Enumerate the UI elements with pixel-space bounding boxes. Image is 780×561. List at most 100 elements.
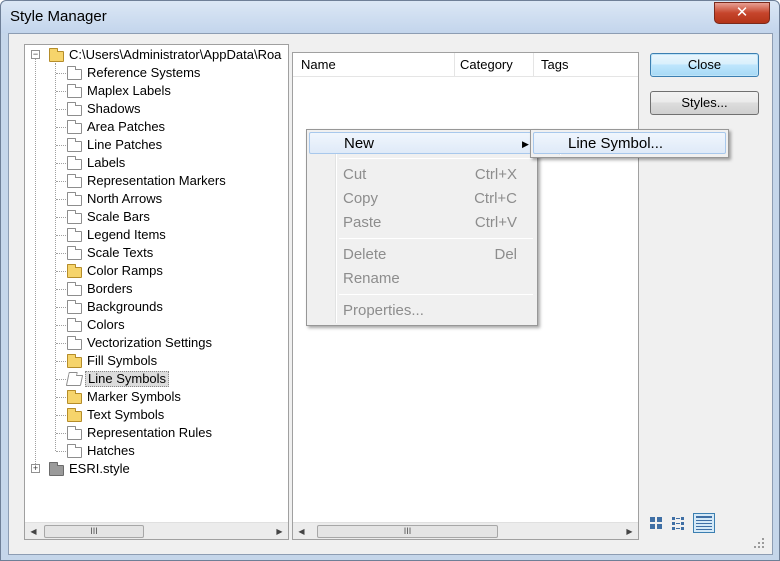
list-horizontal-scrollbar[interactable]: ◀ III ▶ xyxy=(293,522,638,539)
menu-separator xyxy=(339,294,533,295)
tree-item[interactable]: Hatches xyxy=(25,442,288,460)
context-menu: New ▶ Cut Ctrl+X Copy Ctrl+C Paste Ctrl+V Dele… xyxy=(306,129,538,326)
collapse-icon[interactable]: − xyxy=(31,50,40,59)
tree-item[interactable]: Color Ramps xyxy=(25,262,288,280)
empty-folder-icon xyxy=(67,318,82,332)
details-view-icon[interactable] xyxy=(693,513,715,533)
tree-item-label: Colors xyxy=(87,317,125,332)
style-tree[interactable]: − C:\Users\Administrator\AppData\Roa Ref… xyxy=(24,44,289,540)
tree-item[interactable]: Labels xyxy=(25,154,288,172)
tree-item-label: Reference Systems xyxy=(87,65,201,80)
tree-item[interactable]: Line Symbols xyxy=(25,370,288,388)
menu-item-label: New xyxy=(344,135,375,152)
tree-line xyxy=(56,343,66,344)
scroll-right-icon[interactable]: ▶ xyxy=(271,523,288,539)
tree-line xyxy=(56,181,66,182)
window-title: Style Manager xyxy=(10,8,107,25)
menu-item-shortcut: Del xyxy=(494,246,517,263)
scroll-right-icon[interactable]: ▶ xyxy=(621,523,638,539)
tree-item[interactable]: Marker Symbols xyxy=(25,388,288,406)
tree-line xyxy=(56,325,66,326)
tree-item[interactable]: Area Patches xyxy=(25,118,288,136)
menu-item-properties[interactable]: Properties... xyxy=(309,300,535,322)
open-folder-icon xyxy=(65,375,84,386)
title-bar[interactable]: Style Manager ✕ xyxy=(1,1,779,33)
empty-folder-icon xyxy=(67,228,82,242)
tree-item[interactable]: Representation Rules xyxy=(25,424,288,442)
menu-item-cut[interactable]: Cut Ctrl+X xyxy=(309,164,535,186)
resize-grip-icon[interactable] xyxy=(753,537,767,551)
tree-item[interactable]: Scale Bars xyxy=(25,208,288,226)
window-close-icon[interactable]: ✕ xyxy=(714,2,770,24)
tree-line xyxy=(56,253,66,254)
tree-line xyxy=(56,451,66,452)
tree-line xyxy=(56,145,66,146)
empty-folder-icon xyxy=(67,300,82,314)
tree-item[interactable]: Text Symbols xyxy=(25,406,288,424)
close-button[interactable]: Close xyxy=(650,53,759,77)
tree-item-label: Text Symbols xyxy=(87,407,165,422)
tree-line xyxy=(56,235,66,236)
tree-item-label: Line Patches xyxy=(87,137,163,152)
empty-folder-icon xyxy=(67,174,82,188)
tree-item-label: Marker Symbols xyxy=(87,389,181,404)
scroll-thumb[interactable]: III xyxy=(317,525,498,538)
tree-item-label: Representation Markers xyxy=(87,173,226,188)
tree-item-label: Hatches xyxy=(87,443,135,458)
empty-folder-icon xyxy=(67,192,82,206)
filled-folder-icon xyxy=(67,390,82,404)
column-header-name[interactable]: Name xyxy=(295,57,336,72)
menu-item-rename[interactable]: Rename xyxy=(309,268,535,290)
large-icons-view-icon[interactable] xyxy=(647,514,665,532)
column-header-tags[interactable]: Tags xyxy=(535,57,568,72)
menu-item-paste[interactable]: Paste Ctrl+V xyxy=(309,212,535,234)
empty-folder-icon xyxy=(67,156,82,170)
tree-item[interactable]: Maplex Labels xyxy=(25,82,288,100)
tree-item-label: Fill Symbols xyxy=(87,353,158,368)
tree-item-label: Line Symbols xyxy=(85,371,170,387)
empty-folder-icon xyxy=(67,426,82,440)
tree-line xyxy=(56,415,66,416)
empty-folder-icon xyxy=(67,246,82,260)
expand-icon[interactable]: + xyxy=(31,464,40,473)
styles-button[interactable]: Styles... xyxy=(650,91,759,115)
tree-root-label: ESRI.style xyxy=(69,461,130,476)
tree-root-label: C:\Users\Administrator\AppData\Roa xyxy=(69,47,282,62)
scroll-left-icon[interactable]: ◀ xyxy=(25,523,42,539)
tree-item[interactable]: Scale Texts xyxy=(25,244,288,262)
menu-item-delete[interactable]: Delete Del xyxy=(309,244,535,266)
scroll-thumb[interactable]: III xyxy=(44,525,144,538)
menu-item-new[interactable]: New ▶ xyxy=(309,132,535,154)
list-view-icon[interactable] xyxy=(670,514,688,532)
tree-item[interactable]: Borders xyxy=(25,280,288,298)
menu-item-copy[interactable]: Copy Ctrl+C xyxy=(309,188,535,210)
tree-root-item[interactable]: − C:\Users\Administrator\AppData\Roa xyxy=(25,46,288,64)
tree-item[interactable]: Shadows xyxy=(25,100,288,118)
tree-item[interactable]: Representation Markers xyxy=(25,172,288,190)
tree-item-label: Scale Bars xyxy=(87,209,150,224)
tree-item-label: Vectorization Settings xyxy=(87,335,213,350)
tree-item[interactable]: Colors xyxy=(25,316,288,334)
tree-item-label: Area Patches xyxy=(87,119,166,134)
tree-item[interactable]: Backgrounds xyxy=(25,298,288,316)
tree-item[interactable]: Line Patches xyxy=(25,136,288,154)
tree-item-label: North Arrows xyxy=(87,191,163,206)
tree-line xyxy=(56,73,66,74)
tree-line xyxy=(56,199,66,200)
empty-folder-icon xyxy=(67,282,82,296)
tree-root-item[interactable]: + ESRI.style xyxy=(25,460,288,478)
tree-item[interactable]: Legend Items xyxy=(25,226,288,244)
tree-line xyxy=(56,109,66,110)
style-folder-icon xyxy=(49,48,64,62)
column-separator[interactable] xyxy=(533,53,534,77)
tree-item[interactable]: Reference Systems xyxy=(25,64,288,82)
menu-item-line-symbol[interactable]: Line Symbol... xyxy=(533,132,726,154)
menu-item-label: Delete xyxy=(343,246,387,263)
tree-item[interactable]: Fill Symbols xyxy=(25,352,288,370)
column-header-category[interactable]: Category xyxy=(454,57,513,72)
menu-item-label: Rename xyxy=(343,270,400,287)
tree-horizontal-scrollbar[interactable]: ◀ III ▶ xyxy=(25,522,288,539)
scroll-left-icon[interactable]: ◀ xyxy=(293,523,310,539)
tree-item[interactable]: North Arrows xyxy=(25,190,288,208)
tree-item[interactable]: Vectorization Settings xyxy=(25,334,288,352)
